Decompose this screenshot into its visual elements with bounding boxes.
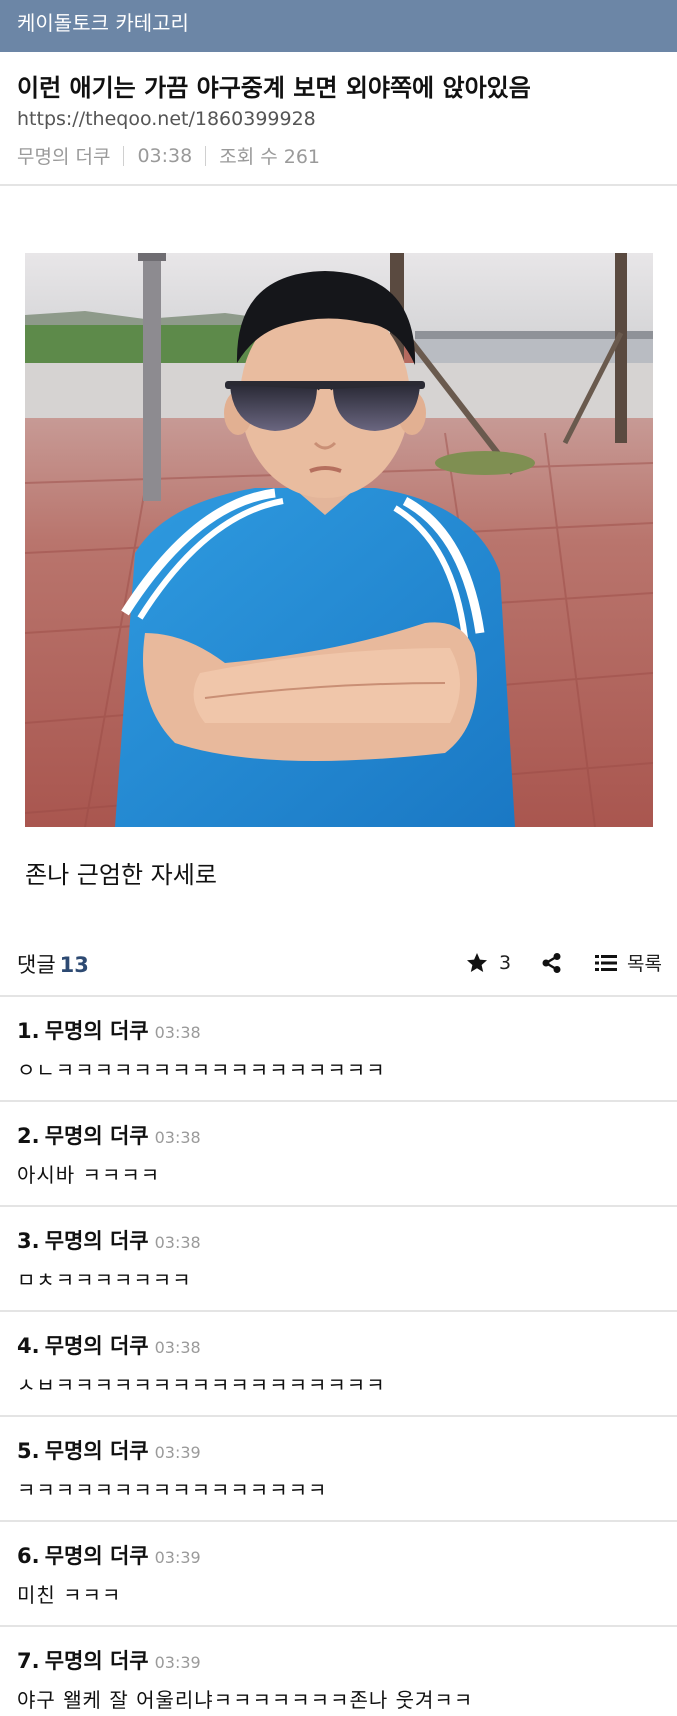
post-photo (25, 253, 653, 827)
list-icon[interactable] (595, 954, 618, 972)
comment-author: 무명의 더쿠 (44, 1439, 149, 1463)
comment-author: 무명의 더쿠 (44, 1019, 149, 1043)
comment-text: 야구 왤케 잘 어울리냐ㅋㅋㅋㅋㅋㅋㅋ존나 웃겨ㅋㅋ (17, 1688, 474, 1712)
comment-text: ㅇㄴㅋㅋㅋㅋㅋㅋㅋㅋㅋㅋㅋㅋㅋㅋㅋㅋㅋ (17, 1058, 386, 1082)
comment-head: 5. 무명의 더쿠 03:39 (17, 1435, 201, 1465)
category-title[interactable]: 케이돌토크 카테고리 (17, 11, 189, 35)
list-button[interactable]: 목록 (627, 949, 662, 976)
post-url[interactable]: https://theqoo.net/1860399928 (17, 108, 316, 130)
meta-divider (123, 145, 125, 166)
comment-bar: 댓글 13 3 목록 (0, 935, 677, 997)
comment-head: 1. 무명의 더쿠 03:38 (17, 1015, 201, 1045)
comment-number: 7. (17, 1649, 40, 1673)
comment-head: 2. 무명의 더쿠 03:38 (17, 1120, 201, 1150)
post-title: 이런 애기는 가끔 야구중계 보면 외야쪽에 앉아있음 (17, 74, 531, 102)
comment-item: 5. 무명의 더쿠 03:39 ㅋㅋㅋㅋㅋㅋㅋㅋㅋㅋㅋㅋㅋㅋㅋㅋ (0, 1417, 677, 1522)
comment-text: 미친 ㅋㅋㅋ (17, 1583, 122, 1607)
comment-number: 3. (17, 1229, 40, 1253)
comment-author: 무명의 더쿠 (44, 1334, 149, 1358)
comment-item: 1. 무명의 더쿠 03:38 ㅇㄴㅋㅋㅋㅋㅋㅋㅋㅋㅋㅋㅋㅋㅋㅋㅋㅋㅋ (0, 997, 677, 1102)
comment-number: 4. (17, 1334, 40, 1358)
comment-number: 2. (17, 1124, 40, 1148)
comment-text: ㅋㅋㅋㅋㅋㅋㅋㅋㅋㅋㅋㅋㅋㅋㅋㅋ (17, 1478, 328, 1502)
comment-item: 3. 무명의 더쿠 03:38 ㅁㅊㅋㅋㅋㅋㅋㅋㅋ (0, 1207, 677, 1312)
comment-time: 03:38 (154, 1128, 201, 1147)
comment-text: ㅅㅂㅋㅋㅋㅋㅋㅋㅋㅋㅋㅋㅋㅋㅋㅋㅋㅋㅋ (17, 1373, 386, 1397)
comment-time: 03:38 (154, 1023, 201, 1042)
post-actions: 3 목록 (465, 949, 662, 976)
comment-count: 13 (59, 953, 89, 977)
star-icon[interactable] (465, 951, 489, 975)
comment-head: 7. 무명의 더쿠 03:39 (17, 1645, 201, 1675)
share-icon[interactable] (541, 952, 563, 974)
comment-text: ㅁㅊㅋㅋㅋㅋㅋㅋㅋ (17, 1268, 192, 1292)
comment-head: 3. 무명의 더쿠 03:38 (17, 1225, 201, 1255)
comment-number: 1. (17, 1019, 40, 1043)
comment-text: 아시바 ㅋㅋㅋㅋ (17, 1163, 161, 1187)
meta-divider (205, 145, 207, 166)
comment-item: 6. 무명의 더쿠 03:39 미친 ㅋㅋㅋ (0, 1522, 677, 1627)
post-views: 조회 수 261 (219, 146, 321, 168)
comment-item: 4. 무명의 더쿠 03:38 ㅅㅂㅋㅋㅋㅋㅋㅋㅋㅋㅋㅋㅋㅋㅋㅋㅋㅋㅋ (0, 1312, 677, 1417)
comment-item: 7. 무명의 더쿠 03:39 야구 왤케 잘 어울리냐ㅋㅋㅋㅋㅋㅋㅋ존나 웃겨ㅋ… (0, 1627, 677, 1716)
comment-head: 6. 무명의 더쿠 03:39 (17, 1540, 201, 1570)
category-header[interactable]: 케이돌토크 카테고리 (0, 0, 677, 52)
comment-time: 03:38 (154, 1233, 201, 1252)
comment-author: 무명의 더쿠 (44, 1229, 149, 1253)
post-body: 존나 근엄한 자세로 (25, 861, 217, 889)
post-author: 무명의 더쿠 (17, 146, 111, 168)
star-count: 3 (498, 951, 512, 974)
comment-time: 03:39 (154, 1548, 201, 1567)
comment-author: 무명의 더쿠 (44, 1544, 149, 1568)
comment-label: 댓글 (17, 953, 56, 977)
comment-number: 5. (17, 1439, 40, 1463)
comment-time: 03:39 (154, 1653, 201, 1672)
post-time: 03:38 (137, 144, 193, 167)
post-header: 이런 애기는 가끔 야구중계 보면 외야쪽에 앉아있음 https://theq… (0, 52, 677, 186)
comment-time: 03:38 (154, 1338, 201, 1357)
comment-author: 무명의 더쿠 (44, 1124, 149, 1148)
comment-header: 댓글 13 (17, 949, 89, 979)
post-meta: 무명의 더쿠 03:38 조회 수 261 (17, 142, 320, 169)
comment-head: 4. 무명의 더쿠 03:38 (17, 1330, 201, 1360)
comment-author: 무명의 더쿠 (44, 1649, 149, 1673)
comment-number: 6. (17, 1544, 40, 1568)
comment-time: 03:39 (154, 1443, 201, 1462)
comment-item: 2. 무명의 더쿠 03:38 아시바 ㅋㅋㅋㅋ (0, 1102, 677, 1207)
